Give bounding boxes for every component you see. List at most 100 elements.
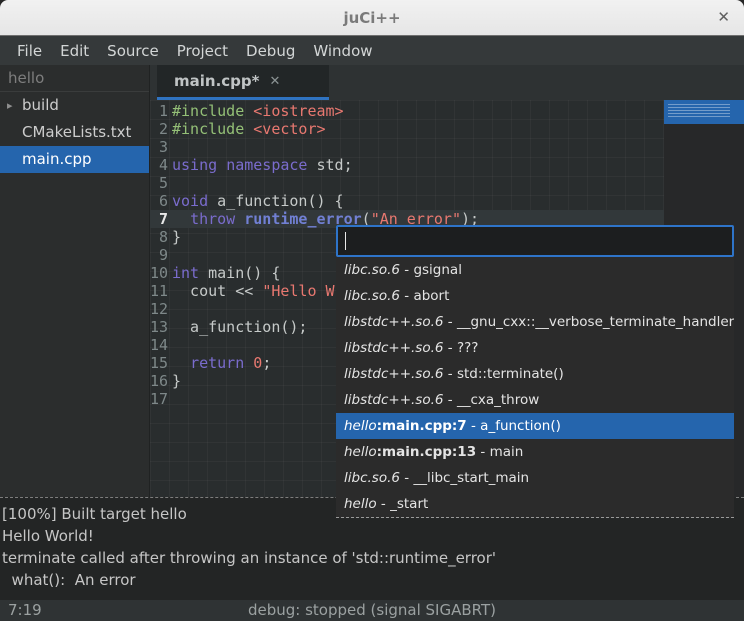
stack-frame-list: libc.so.6 - gsignallibc.so.6 - abortlibs… [336,257,734,517]
frame-item[interactable]: libstdc++.so.6 - __cxa_throw [336,387,734,413]
frame-function: gsignal [413,262,462,278]
frame-library: hello [344,496,377,512]
code-text: void a_function() { [172,192,344,210]
frame-item[interactable]: libc.so.6 - gsignal [336,257,734,283]
code-text: return 0; [172,354,271,372]
frame-library: libc.so.6 [344,262,400,278]
line-number: 11 [150,282,172,300]
console-line: terminate called after throwing an insta… [2,547,744,569]
frame-location: :main.cpp:7 [377,418,467,434]
frame-separator: - [476,444,489,460]
frame-item[interactable]: libstdc++.so.6 - __gnu_cxx::__verbose_te… [336,309,734,335]
line-number: 10 [150,264,172,282]
frame-library: hello [344,418,377,434]
frame-function: _start [390,496,428,512]
line-number: 14 [150,336,172,354]
line-number: 4 [150,156,172,174]
frame-function: main [490,444,524,460]
sidebar-item-build[interactable]: ▸ build [0,92,149,119]
sidebar-item-label: build [22,96,59,114]
frame-location: :main.cpp:13 [377,444,476,460]
frame-separator: - [467,418,480,434]
menu-item-debug[interactable]: Debug [237,38,304,64]
code-line[interactable]: 5 [150,174,744,192]
line-number: 8 [150,228,172,246]
frame-function: abort [413,288,449,304]
line-number: 12 [150,300,172,318]
frame-separator: - [400,470,413,486]
menu-item-source[interactable]: Source [98,38,168,64]
stack-frame-popup: libc.so.6 - gsignallibc.so.6 - abortlibs… [336,225,734,518]
line-number: 13 [150,318,172,336]
code-line[interactable]: 6void a_function() { [150,192,744,210]
frame-separator: - [443,340,456,356]
debug-status: debug: stopped (signal SIGABRT) [0,600,744,621]
sidebar-item-label: CMakeLists.txt [22,123,131,141]
menu-item-edit[interactable]: Edit [51,38,98,64]
frame-item[interactable]: libc.so.6 - __libc_start_main [336,465,734,491]
frame-function: a_function() [480,418,561,434]
code-text: #include <vector> [172,120,326,138]
menubar: FileEditSourceProjectDebugWindow [0,36,744,65]
code-text: } [172,372,181,390]
code-text: } [172,228,181,246]
minimap-slider[interactable] [664,100,744,124]
frame-separator: - [377,496,390,512]
frame-library: hello [344,444,377,460]
close-icon[interactable]: ✕ [717,8,730,26]
line-number: 2 [150,120,172,138]
frame-library: libstdc++.so.6 [344,392,443,408]
frame-separator: - [443,314,456,330]
frame-separator: - [400,262,413,278]
sidebar-item-label: main.cpp [22,150,92,168]
menu-item-project[interactable]: Project [168,38,237,64]
code-text: int main() { [172,264,280,282]
line-number: 9 [150,246,172,264]
code-text: cout << "Hello W [172,282,335,300]
frame-item[interactable]: hello:main.cpp:13 - main [336,439,734,465]
tabbar: main.cpp* ✕ [150,65,744,100]
text-cursor [345,232,346,250]
frame-item[interactable]: libc.so.6 - abort [336,283,734,309]
minimap-code-preview [668,104,730,119]
frame-item[interactable]: hello:main.cpp:7 - a_function() [336,413,734,439]
code-line[interactable]: 3 [150,138,744,156]
frame-library: libstdc++.so.6 [344,340,443,356]
statusbar: 7:19 debug: stopped (signal SIGABRT) [0,600,744,621]
titlebar[interactable]: juCi++ ✕ [0,0,744,36]
frame-separator: - [443,366,456,382]
frame-function: __libc_start_main [413,470,529,486]
console-line: Hello World! [2,525,744,547]
frame-search-input[interactable] [336,225,734,257]
frame-separator: - [400,288,413,304]
file-tree-sidebar: hello ▸ build CMakeLists.txt main.cpp [0,65,150,497]
expander-icon[interactable]: ▸ [7,92,13,119]
frame-item[interactable]: hello - _start [336,491,734,517]
frame-item[interactable]: libstdc++.so.6 - ??? [336,335,734,361]
menu-item-window[interactable]: Window [304,38,381,64]
frame-function: ??? [457,340,479,356]
frame-item[interactable]: libstdc++.so.6 - std::terminate() [336,361,734,387]
line-number: 17 [150,390,172,408]
code-line[interactable]: 4using namespace std; [150,156,744,174]
code-line[interactable]: 2#include <vector> [150,120,744,138]
frame-library: libstdc++.so.6 [344,366,443,382]
code-text: using namespace std; [172,156,353,174]
frame-separator: - [443,392,456,408]
menu-item-file[interactable]: File [8,38,51,64]
code-line[interactable]: 1#include <iostream> [150,102,744,120]
tab-close-icon[interactable]: ✕ [269,74,280,89]
sidebar-item-main-cpp[interactable]: main.cpp [0,146,149,173]
project-header: hello [0,65,149,92]
line-number: 15 [150,354,172,372]
tab-main-cpp[interactable]: main.cpp* ✕ [157,65,329,100]
frame-library: libc.so.6 [344,470,400,486]
frame-function: __gnu_cxx::__verbose_terminate_handler() [457,314,734,330]
line-number: 3 [150,138,172,156]
frame-library: libc.so.6 [344,288,400,304]
code-text: a_function(); [172,318,307,336]
frame-function: std::terminate() [457,366,564,382]
app-window: juCi++ ✕ FileEditSourceProjectDebugWindo… [0,0,744,621]
window-title: juCi++ [343,9,400,27]
sidebar-item-cmakelists-txt[interactable]: CMakeLists.txt [0,119,149,146]
